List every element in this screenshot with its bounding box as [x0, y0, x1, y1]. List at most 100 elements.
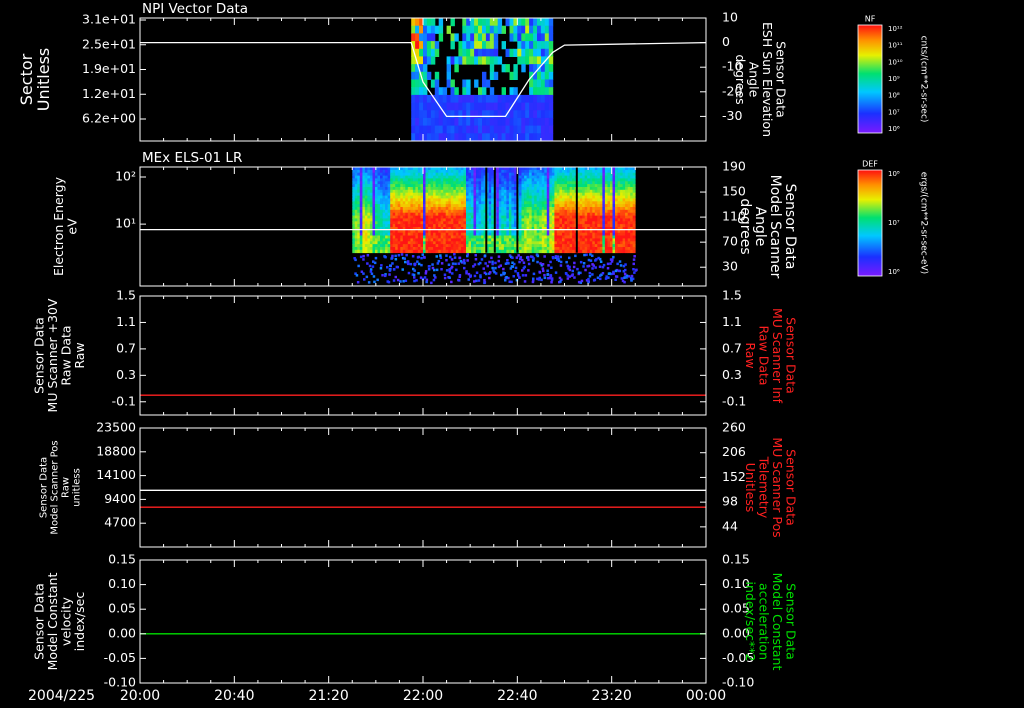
y-tick-label: 4700: [104, 515, 136, 530]
els-speckle: [577, 271, 581, 274]
els-heat-cell: [405, 198, 409, 202]
els-heat-cell: [534, 235, 538, 239]
els-heat-cell: [599, 184, 603, 188]
npi-heat-cell: [446, 94, 451, 104]
els-heat-cell: [529, 204, 532, 208]
els-heat-cell: [615, 192, 618, 196]
els-heat-cell: [435, 192, 439, 196]
npi-heat-cell: [474, 18, 479, 27]
els-heat-cell: [620, 238, 623, 242]
els-heat-cell: [382, 229, 386, 234]
npi-heat-cell: [454, 110, 459, 119]
els-speckle: [482, 267, 485, 270]
npi-heat-cell: [540, 25, 546, 34]
els-heat-cell: [453, 235, 457, 239]
els-heat-cell: [448, 189, 452, 194]
els-heat-cell: [610, 235, 613, 239]
els-heat-cell: [491, 198, 495, 202]
els-heat-cell: [359, 189, 363, 194]
els-heat-cell: [521, 209, 525, 214]
els-heat-cell: [463, 204, 467, 208]
els-heat-cell: [443, 212, 447, 216]
els-heat-cell: [478, 189, 482, 194]
npi-heat-cell: [466, 79, 471, 88]
els-heat-cell: [392, 235, 396, 239]
els-speckle: [565, 272, 568, 276]
els-heat-cell: [397, 238, 401, 242]
npi-heat-cell: [505, 64, 510, 73]
els-heat-cell: [405, 189, 409, 194]
y-tick-label: -0.1: [112, 393, 136, 408]
els-heat-cell: [579, 249, 583, 254]
els-heat-cell: [460, 218, 464, 222]
els-heat-cell: [508, 198, 512, 202]
els-heat-cell: [410, 218, 414, 222]
els-heat-cell: [443, 198, 447, 202]
els-speckle: [632, 268, 635, 271]
npi-heat-cell: [533, 133, 538, 142]
els-heat-cell: [377, 229, 381, 234]
els-speckle: [588, 271, 592, 275]
y-tick-label: 23500: [96, 420, 136, 435]
els-speckle: [396, 278, 400, 282]
els-speckle: [587, 277, 590, 281]
els-heat-cell: [488, 189, 492, 194]
els-heat-cell: [496, 184, 500, 188]
els-heat-cell: [630, 209, 634, 214]
els-heat-cell: [352, 192, 356, 196]
els-heat-cell: [433, 172, 436, 176]
npi-heat-cell: [419, 41, 424, 50]
els-heat-cell: [354, 172, 358, 176]
els-heat-cell: [503, 172, 507, 176]
els-heat-cell: [448, 212, 452, 216]
els-speckle: [443, 273, 447, 276]
els-heat-cell: [466, 198, 469, 202]
els-heat-cell: [610, 209, 613, 214]
els-speckle: [416, 256, 420, 259]
npi-heat-cell: [489, 64, 495, 73]
els-speckle: [550, 281, 553, 284]
npi-heat-cell: [533, 18, 538, 27]
els-heat-cell: [521, 244, 525, 248]
els-heat-cell: [453, 229, 457, 234]
els-heat-cell: [544, 218, 548, 222]
els-heat-cell: [402, 178, 406, 182]
els-heat-cell: [372, 204, 376, 208]
els-heat-cell: [526, 212, 530, 216]
els-heat-cell: [554, 178, 558, 182]
els-speckle: [605, 275, 608, 278]
els-heat-cell: [607, 229, 611, 234]
els-heat-cell: [501, 172, 505, 176]
els-heat-cell: [519, 218, 522, 222]
els-heat-cell: [352, 184, 356, 188]
npi-heat-cell: [466, 94, 471, 104]
npi-heat-cell: [466, 25, 471, 34]
npi-heat-cell: [497, 133, 503, 142]
els-speckle: [401, 268, 404, 271]
els-heat-cell: [503, 224, 507, 228]
els-heat-cell: [466, 249, 469, 254]
els-heat-cell: [410, 229, 414, 234]
els-speckle: [402, 280, 405, 283]
els-speckle: [552, 256, 555, 260]
els-heat-cell: [380, 189, 383, 194]
els-speckle: [543, 276, 547, 280]
els-heat-cell: [387, 178, 391, 182]
els-heat-cell: [405, 238, 409, 242]
npi-heat-cell: [434, 48, 440, 57]
npi-heat-cell: [458, 110, 463, 119]
els-speckle: [389, 264, 392, 267]
els-heat-cell: [380, 204, 383, 208]
els-heat-cell: [425, 238, 429, 242]
els-heat-cell: [367, 238, 371, 242]
right-axis-label: index/sec**2: [743, 582, 758, 662]
colorbar-tick: 10⁶: [888, 125, 900, 133]
els-speckle: [542, 269, 545, 273]
els-heat-cell: [455, 178, 459, 182]
els-speckle: [371, 265, 375, 268]
npi-heat-cell: [529, 117, 534, 127]
els-heat-cell: [632, 224, 636, 228]
els-speckle: [380, 264, 383, 267]
els-heat-cell: [425, 218, 429, 222]
els-speckle: [599, 274, 602, 277]
